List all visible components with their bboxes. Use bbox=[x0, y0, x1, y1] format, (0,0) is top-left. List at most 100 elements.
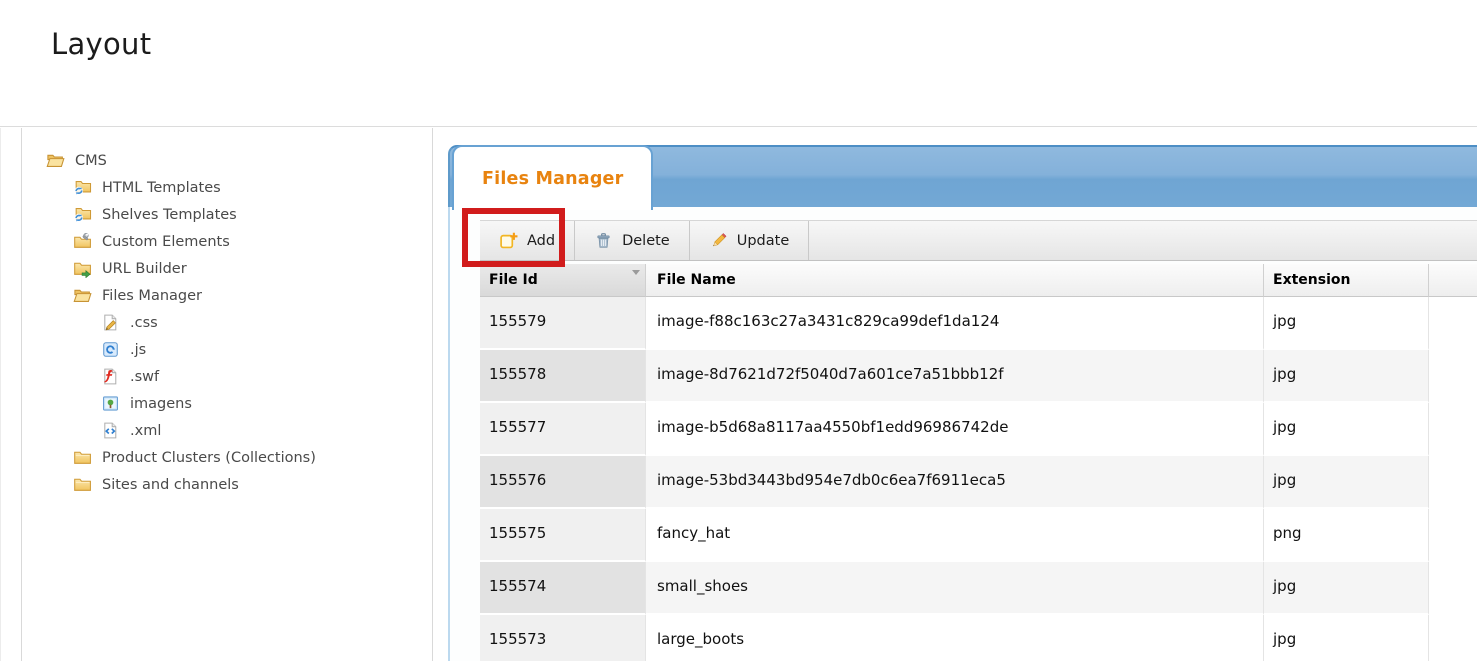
cell-extension: jpg bbox=[1264, 615, 1429, 661]
table-row[interactable]: 155576 image-53bd3443bd954e7db0c6ea7f691… bbox=[480, 456, 1477, 509]
tree-item-js[interactable]: .js bbox=[22, 336, 432, 363]
toolbar: Add Delete Update bbox=[480, 220, 1477, 261]
table-row[interactable]: 155574 small_shoes jpg bbox=[480, 562, 1477, 615]
update-button[interactable]: Update bbox=[690, 221, 810, 260]
cell-file-id: 155577 bbox=[480, 403, 646, 456]
files-manager-panel: Files Manager Add Delete Update File Id … bbox=[448, 145, 1477, 661]
grid-body: 155579 image-f88c163c27a3431c829ca99def1… bbox=[480, 297, 1477, 661]
cell-extension: png bbox=[1264, 509, 1429, 562]
tree-item-css[interactable]: .css bbox=[22, 309, 432, 336]
tree-item-product-clusters-collections[interactable]: Product Clusters (Collections) bbox=[22, 444, 432, 471]
file-js-icon bbox=[101, 340, 120, 359]
folder-sync-icon bbox=[73, 205, 92, 224]
cell-extension: jpg bbox=[1264, 456, 1429, 509]
folder-arrow-icon bbox=[73, 259, 92, 278]
tree-item-sites-and-channels[interactable]: Sites and channels bbox=[22, 471, 432, 498]
table-row[interactable]: 155578 image-8d7621d72f5040d7a601ce7a51b… bbox=[480, 350, 1477, 403]
folder-open-icon bbox=[46, 151, 65, 170]
column-header-label: Extension bbox=[1273, 272, 1351, 288]
cell-file-id: 155578 bbox=[480, 350, 646, 403]
tree-item-label: .js bbox=[130, 341, 147, 358]
grid-header: File Id File Name Extension bbox=[480, 264, 1477, 297]
files-grid: File Id File Name Extension 155579 image… bbox=[480, 264, 1477, 661]
cell-extension: jpg bbox=[1264, 403, 1429, 456]
tree-item-xml[interactable]: .xml bbox=[22, 417, 432, 444]
cell-empty bbox=[1429, 456, 1477, 509]
cell-extension: jpg bbox=[1264, 562, 1429, 615]
tree-item-label: Files Manager bbox=[102, 287, 202, 304]
navigation-tree: CMS HTML Templates Shelves Templates Cus… bbox=[22, 128, 433, 661]
panel-body: Add Delete Update File Id File Name Exte… bbox=[448, 207, 1477, 661]
cell-empty bbox=[1429, 562, 1477, 615]
column-header-extension[interactable]: Extension bbox=[1264, 264, 1429, 297]
note-add-icon bbox=[499, 231, 518, 250]
pencil-icon bbox=[709, 231, 728, 250]
cell-extension: jpg bbox=[1264, 297, 1429, 350]
delete-button-label: Delete bbox=[622, 232, 670, 249]
column-header-file-name[interactable]: File Name bbox=[646, 264, 1264, 297]
folder-tool-icon bbox=[73, 232, 92, 251]
cell-file-id: 155575 bbox=[480, 509, 646, 562]
page-title: Layout bbox=[51, 27, 152, 61]
sort-desc-icon bbox=[632, 270, 640, 275]
tree-item-label: .css bbox=[130, 314, 158, 331]
panel-header-bar: Files Manager bbox=[448, 145, 1477, 210]
folder-closed-icon bbox=[73, 448, 92, 467]
tree-item-cms[interactable]: CMS bbox=[22, 147, 432, 174]
tree-item-url-builder[interactable]: URL Builder bbox=[22, 255, 432, 282]
tree-item-label: Shelves Templates bbox=[102, 206, 237, 223]
tree-item-imagens[interactable]: imagens bbox=[22, 390, 432, 417]
file-swf-icon bbox=[101, 367, 120, 386]
update-button-label: Update bbox=[736, 232, 790, 249]
column-header-label: File Id bbox=[489, 272, 538, 288]
tree-item-files-manager[interactable]: Files Manager bbox=[22, 282, 432, 309]
tree-item-label: CMS bbox=[75, 152, 107, 169]
folder-closed-icon bbox=[73, 475, 92, 494]
table-row[interactable]: 155577 image-b5d68a8117aa4550bf1edd96986… bbox=[480, 403, 1477, 456]
cell-file-name: image-b5d68a8117aa4550bf1edd96986742de bbox=[646, 403, 1264, 456]
add-button[interactable]: Add bbox=[480, 221, 576, 260]
table-row[interactable]: 155575 fancy_hat png bbox=[480, 509, 1477, 562]
tree-item-label: .swf bbox=[130, 368, 160, 385]
folder-sync-icon bbox=[73, 178, 92, 197]
content-pane: Files Manager Add Delete Update File Id … bbox=[434, 128, 1477, 661]
cell-file-id: 155573 bbox=[480, 615, 646, 661]
file-image-icon bbox=[101, 394, 120, 413]
cell-file-name: image-53bd3443bd954e7db0c6ea7f6911eca5 bbox=[646, 456, 1264, 509]
cell-file-id: 155576 bbox=[480, 456, 646, 509]
cell-empty bbox=[1429, 350, 1477, 403]
cell-extension: jpg bbox=[1264, 350, 1429, 403]
table-row[interactable]: 155573 large_boots jpg bbox=[480, 615, 1477, 661]
cell-file-name: large_boots bbox=[646, 615, 1264, 661]
tab-label: Files Manager bbox=[482, 168, 624, 189]
main-area: CMS HTML Templates Shelves Templates Cus… bbox=[0, 128, 1477, 661]
layout-container: CMS HTML Templates Shelves Templates Cus… bbox=[21, 128, 1477, 661]
tree-item-label: Sites and channels bbox=[102, 476, 239, 493]
column-header-file-id[interactable]: File Id bbox=[480, 264, 646, 297]
tree-item-label: URL Builder bbox=[102, 260, 187, 277]
cell-file-name: image-8d7621d72f5040d7a601ce7a51bbb12f bbox=[646, 350, 1264, 403]
tab-files-manager[interactable]: Files Manager bbox=[452, 145, 653, 210]
cell-empty bbox=[1429, 509, 1477, 562]
column-header-label: File Name bbox=[657, 272, 736, 288]
cell-empty bbox=[1429, 403, 1477, 456]
tree-item-shelves-templates[interactable]: Shelves Templates bbox=[22, 201, 432, 228]
tree-item-swf[interactable]: .swf bbox=[22, 363, 432, 390]
top-header: Layout bbox=[0, 27, 1477, 127]
tree-item-html-templates[interactable]: HTML Templates bbox=[22, 174, 432, 201]
trash-icon bbox=[594, 231, 613, 250]
cell-file-id: 155579 bbox=[480, 297, 646, 350]
file-xml-icon bbox=[101, 421, 120, 440]
tree-item-label: .xml bbox=[130, 422, 162, 439]
folder-open-icon bbox=[73, 286, 92, 305]
cell-empty bbox=[1429, 297, 1477, 350]
tree-item-custom-elements[interactable]: Custom Elements bbox=[22, 228, 432, 255]
delete-button[interactable]: Delete bbox=[575, 221, 690, 260]
table-row[interactable]: 155579 image-f88c163c27a3431c829ca99def1… bbox=[480, 297, 1477, 350]
add-button-label: Add bbox=[527, 232, 556, 249]
tree-item-label: HTML Templates bbox=[102, 179, 221, 196]
file-css-icon bbox=[101, 313, 120, 332]
tree-item-label: Product Clusters (Collections) bbox=[102, 449, 316, 466]
cell-file-id: 155574 bbox=[480, 562, 646, 615]
cell-empty bbox=[1429, 615, 1477, 661]
